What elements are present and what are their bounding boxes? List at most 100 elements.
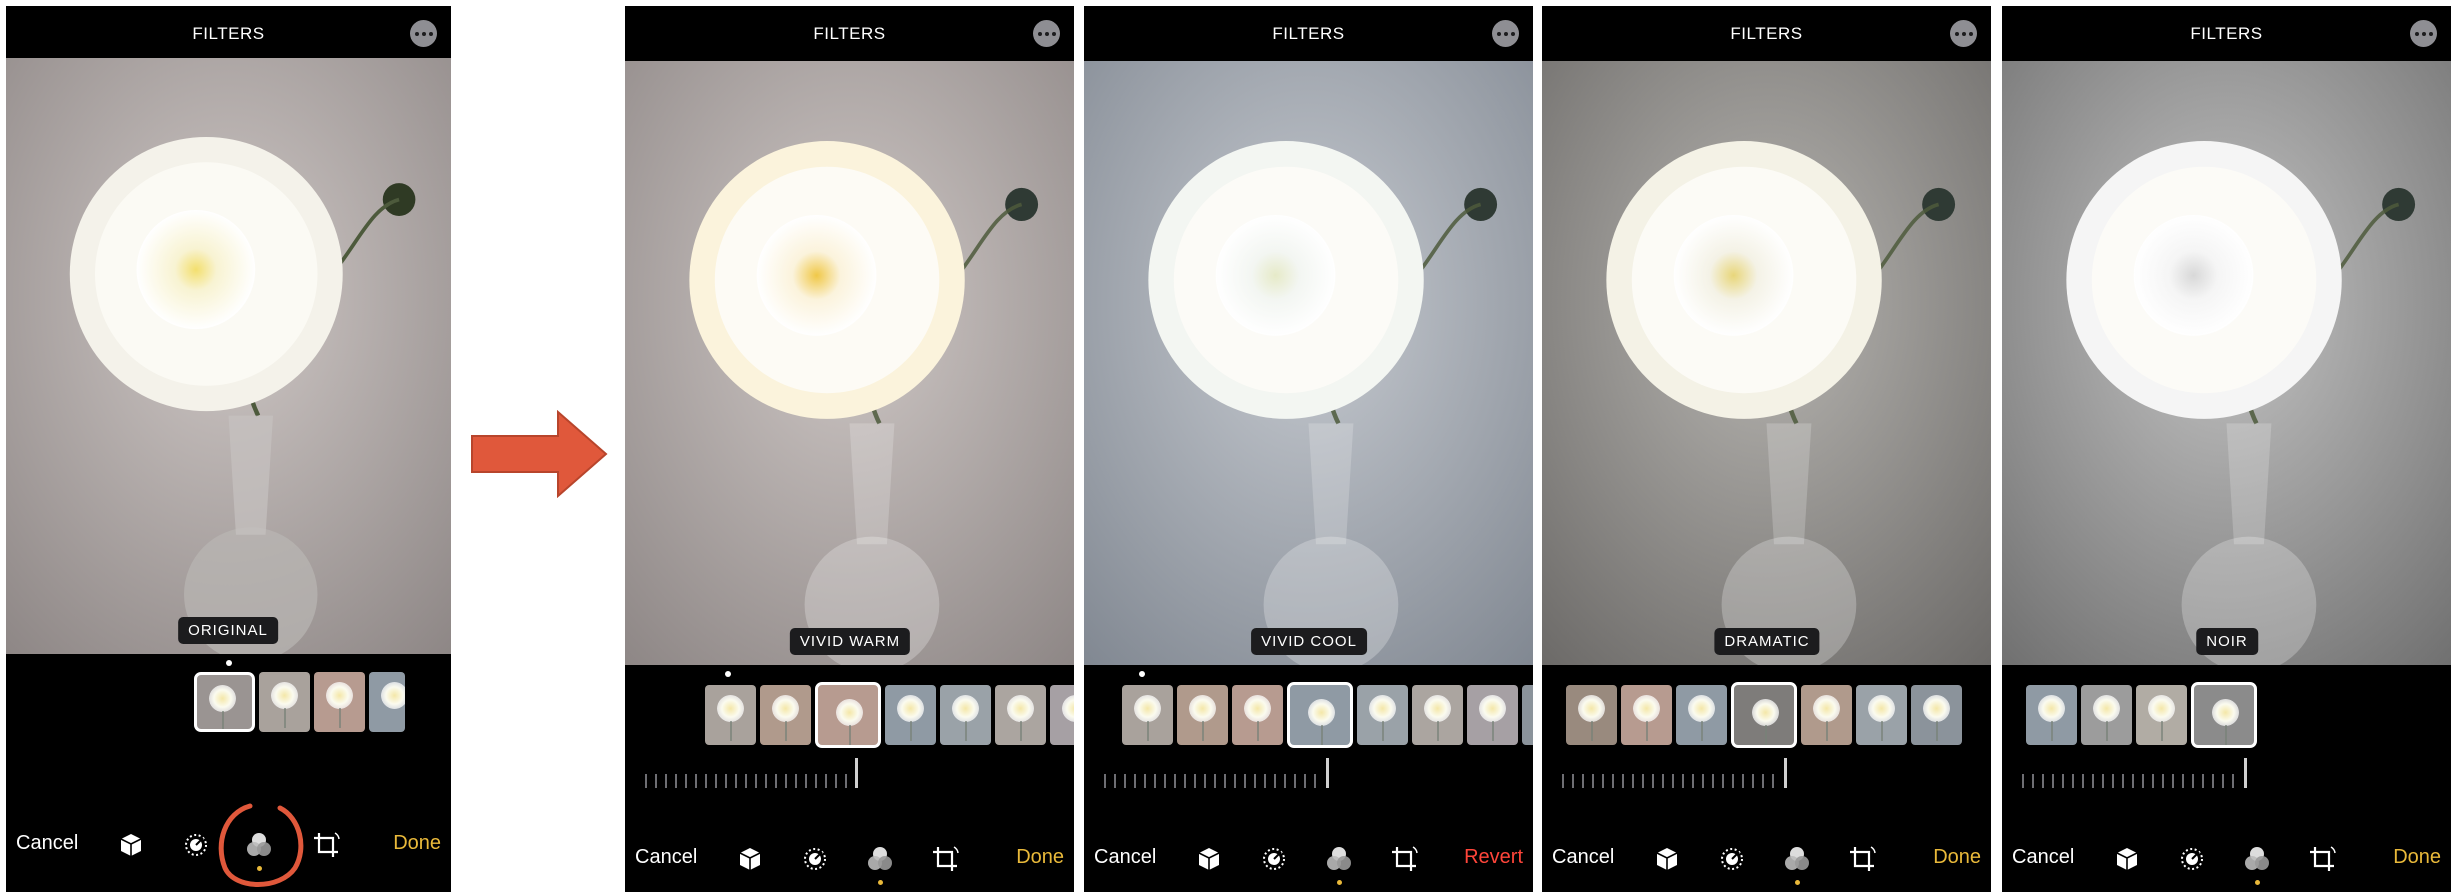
cancel-button[interactable]: Cancel: [635, 846, 697, 869]
filter-thumbnail-vivid[interactable]: [259, 672, 310, 732]
crop-tool[interactable]: [930, 844, 960, 874]
filter-thumbnail[interactable]: [1731, 682, 1797, 748]
intensity-slider[interactable]: [2022, 758, 2262, 788]
filters-tool[interactable]: [2242, 844, 2272, 874]
adjust-tool[interactable]: [1717, 844, 1747, 874]
photo-preview: [6, 58, 451, 654]
filter-thumbnail[interactable]: [940, 685, 991, 745]
filter-thumbnail[interactable]: [1856, 685, 1907, 745]
filter-thumbnail[interactable]: [760, 685, 811, 745]
cancel-button[interactable]: Cancel: [2012, 846, 2074, 869]
done-button[interactable]: Done: [1933, 846, 1981, 869]
slider-tick: [2222, 774, 2224, 788]
filter-thumbnail[interactable]: [1801, 685, 1852, 745]
filter-thumbnail[interactable]: [1050, 685, 1074, 745]
slider-tick: [1722, 774, 1724, 788]
filters-tool[interactable]: [1324, 844, 1354, 874]
filter-thumbnail-strip[interactable]: [1566, 682, 1962, 748]
slider-tick: [2052, 774, 2054, 788]
filter-thumbnail-strip[interactable]: [1122, 682, 1533, 748]
filter-thumbnail[interactable]: [885, 685, 936, 745]
more-options-icon[interactable]: [2410, 20, 2437, 47]
filter-thumbnail-vivid-cool[interactable]: [369, 672, 405, 732]
slider-value-mark: [855, 758, 858, 788]
adjust-tool[interactable]: [800, 844, 830, 874]
crop-rotate-icon: [314, 832, 340, 857]
more-options-icon[interactable]: [410, 20, 437, 47]
filter-thumbnail[interactable]: [1467, 685, 1518, 745]
flower-photo: [6, 58, 451, 654]
filters-tool[interactable]: [865, 844, 895, 874]
filter-thumbnail[interactable]: [1566, 685, 1617, 745]
filter-thumbnail-original[interactable]: [194, 672, 255, 732]
filter-thumbnail[interactable]: [1177, 685, 1228, 745]
slider-tick: [2182, 774, 2184, 788]
done-button[interactable]: Done: [1016, 846, 1064, 869]
filter-thumbnail[interactable]: [2191, 682, 2257, 748]
filter-thumbnail[interactable]: [1357, 685, 1408, 745]
live-photo-tool[interactable]: [116, 830, 146, 860]
cube-icon: [120, 834, 142, 856]
revert-button[interactable]: Revert: [1464, 846, 1523, 869]
slider-tick: [1752, 774, 1754, 788]
more-options-icon[interactable]: [1033, 20, 1060, 47]
done-button[interactable]: Done: [2393, 846, 2441, 869]
screen-warm: FILTERS VIVID WARM Cancel Done: [625, 6, 1074, 892]
filter-name-label: DRAMATIC: [1714, 628, 1820, 655]
intensity-slider[interactable]: [645, 758, 885, 788]
filter-thumbnail[interactable]: [2081, 685, 2132, 745]
live-photo-tool[interactable]: [1194, 844, 1224, 874]
flower-photo: [1084, 61, 1533, 665]
slider-tick: [2202, 774, 2204, 788]
filter-thumbnail[interactable]: [995, 685, 1046, 745]
live-photo-tool[interactable]: [2112, 844, 2142, 874]
filter-thumbnail[interactable]: [2136, 685, 2187, 745]
live-photo-tool[interactable]: [735, 844, 765, 874]
slider-tick: [1702, 774, 1704, 788]
crop-tool[interactable]: [311, 830, 341, 860]
slider-tick: [1294, 774, 1296, 788]
filter-thumbnail[interactable]: [1287, 682, 1353, 748]
slider-tick: [2192, 774, 2194, 788]
live-photo-tool[interactable]: [1652, 844, 1682, 874]
filter-thumbnail[interactable]: [1621, 685, 1672, 745]
crop-tool[interactable]: [2307, 844, 2337, 874]
cancel-button[interactable]: Cancel: [1094, 846, 1156, 869]
adjust-tool[interactable]: [2177, 844, 2207, 874]
slider-tick: [755, 774, 757, 788]
crop-tool[interactable]: [1389, 844, 1419, 874]
screen-title: FILTERS: [1730, 24, 1803, 43]
filter-thumbnail[interactable]: [1232, 685, 1283, 745]
filter-thumbnail[interactable]: [1412, 685, 1463, 745]
filter-thumbnail[interactable]: [1122, 685, 1173, 745]
filter-thumbnail-strip[interactable]: [194, 672, 405, 732]
filter-thumbnail-vivid-warm[interactable]: [314, 672, 365, 732]
filter-thumbnail-strip[interactable]: [705, 682, 1074, 748]
slider-tick: [845, 774, 847, 788]
slider-tick: [1572, 774, 1574, 788]
adjust-tool[interactable]: [181, 830, 211, 860]
more-options-icon[interactable]: [1492, 20, 1519, 47]
done-button[interactable]: Done: [393, 832, 441, 855]
slider-tick: [1602, 774, 1604, 788]
adjust-tool[interactable]: [1259, 844, 1289, 874]
cancel-button[interactable]: Cancel: [1552, 846, 1614, 869]
intensity-slider[interactable]: [1562, 758, 1802, 788]
filter-thumbnail-strip[interactable]: [2026, 682, 2257, 748]
bottom-toolbar: Cancel Done: [1542, 844, 1991, 892]
filter-thumbnail[interactable]: [1676, 685, 1727, 745]
filter-thumbnail[interactable]: [815, 682, 881, 748]
slider-value-mark: [1326, 758, 1329, 788]
cancel-button[interactable]: Cancel: [16, 832, 78, 855]
filter-thumbnail[interactable]: [1911, 685, 1962, 745]
filter-thumbnail[interactable]: [705, 685, 756, 745]
filters-tool[interactable]: [1782, 844, 1812, 874]
more-options-icon[interactable]: [1950, 20, 1977, 47]
filter-thumbnail[interactable]: [1522, 685, 1533, 745]
crop-tool[interactable]: [1847, 844, 1877, 874]
slider-tick: [1582, 774, 1584, 788]
slider-tick: [2152, 774, 2154, 788]
intensity-slider[interactable]: [1104, 758, 1344, 788]
filter-thumbnail[interactable]: [2026, 685, 2077, 745]
filters-circles-icon: [1785, 847, 1809, 870]
